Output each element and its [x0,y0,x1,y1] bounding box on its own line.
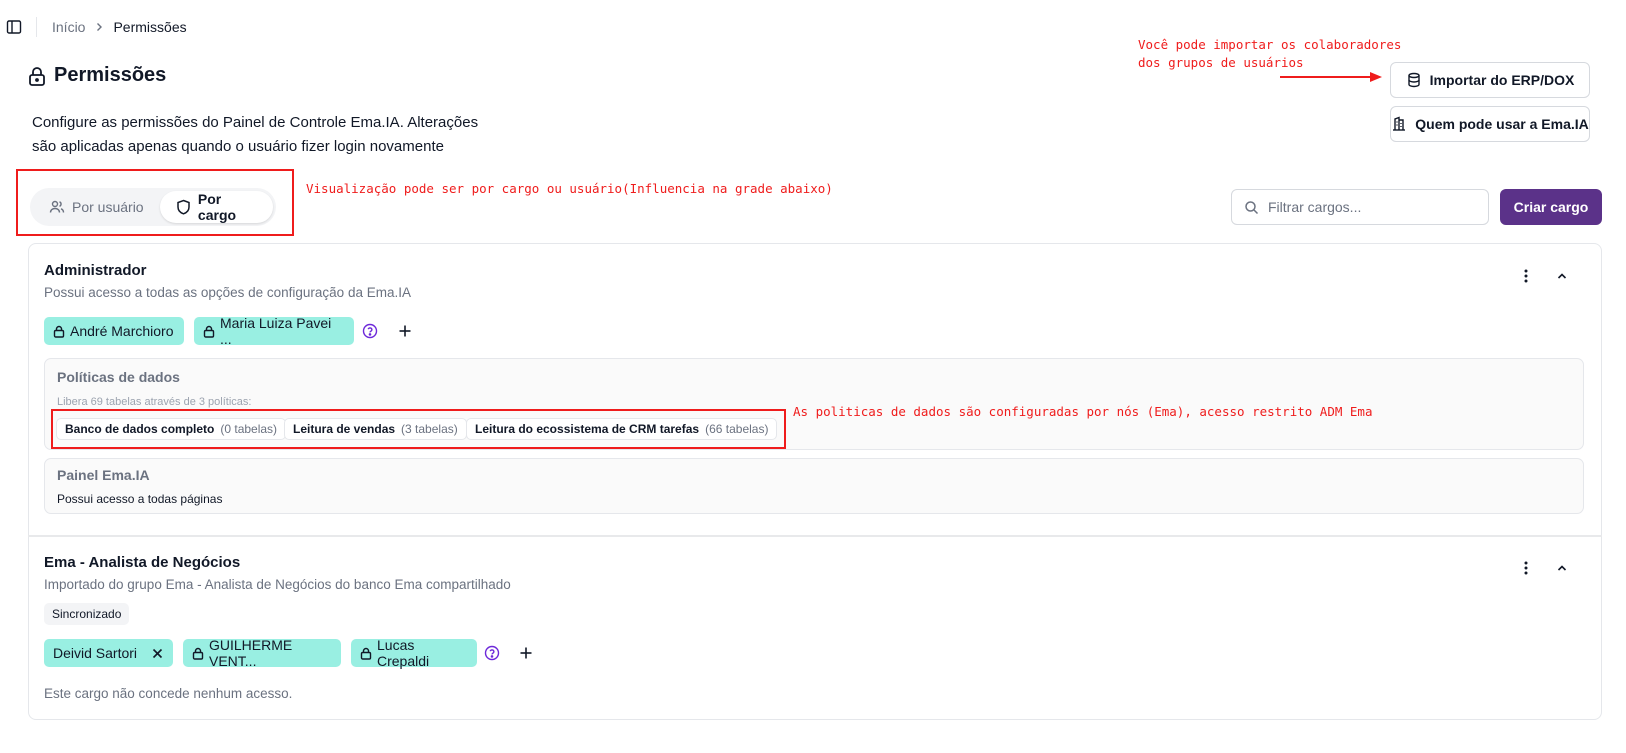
lock-icon [192,647,204,660]
who-can-use-label: Quem pode usar a Ema.IA [1415,116,1589,132]
lock-icon [203,325,215,338]
lock-icon [53,325,65,338]
annotation-arrow [1280,71,1382,83]
chevron-up-icon[interactable] [1550,264,1574,288]
more-vertical-icon[interactable] [1514,556,1538,580]
breadcrumb-current: Permissões [113,19,187,35]
role-description: Possui acesso a todas as opções de confi… [44,285,411,300]
topbar-divider [36,17,37,37]
member-name: Maria Luiza Pavei ... [220,315,332,347]
lock-icon [28,66,46,86]
more-vertical-icon[interactable] [1514,264,1538,288]
page-title-text: Permissões [54,64,167,86]
annotation-box-policies [51,409,786,449]
role-search-input[interactable] [1268,199,1476,215]
role-divider [28,535,1602,537]
no-access-text: Este cargo não concede nenhum acesso. [44,686,293,701]
annotation-box-view-toggle [16,169,294,236]
sidebar-toggle-icon[interactable] [6,19,22,35]
chevron-right-icon [93,21,105,33]
database-icon [1406,72,1422,88]
annotation-policy-note: As politicas de dados são configuradas p… [793,404,1373,419]
member-name: GUILHERME VENT... [209,637,293,669]
import-erp-button[interactable]: Importar do ERP/DOX [1390,62,1590,98]
annotation-import-note-line-2: dos grupos de usuários [1138,55,1304,70]
page-title: Permissões [28,64,166,87]
member-name: Deivid Sartori [53,645,138,661]
search-icon [1244,200,1259,215]
data-policies-summary: Libera 69 tabelas através de 3 políticas… [57,396,252,408]
help-circle-icon[interactable] [480,641,504,665]
annotation-import-note: Você pode importar os colaboradores dos … [1138,36,1401,72]
breadcrumb: Início Permissões [52,19,187,35]
synced-badge: Sincronizado [44,603,130,625]
data-policies-title: Políticas de dados [57,369,180,385]
member-chip[interactable]: Lucas Crepaldi [351,637,477,669]
panel-access-panel [44,458,1584,514]
page-description-line-2: são aplicadas apenas quando o usuário fi… [32,138,444,155]
member-chip[interactable]: André Marchioro [44,317,184,345]
add-member-icon[interactable] [393,319,417,343]
member-chip[interactable]: Maria Luiza Pavei ... [194,315,354,347]
role-name: Administrador [44,262,147,279]
lock-icon [360,647,372,660]
chevron-up-icon[interactable] [1550,556,1574,580]
member-chip[interactable]: Deivid Sartori [44,639,173,667]
role-search [1231,189,1489,225]
annotation-view-note: Visualização pode ser por cargo ou usuár… [306,181,833,196]
breadcrumb-home-link[interactable]: Início [52,19,85,35]
member-name: André Marchioro [70,323,174,339]
help-circle-icon[interactable] [358,319,382,343]
role-name: Ema - Analista de Negócios [44,554,241,571]
who-can-use-button[interactable]: Quem pode usar a Ema.IA [1390,106,1590,142]
member-chip[interactable]: GUILHERME VENT... [183,637,341,669]
create-role-button[interactable]: Criar cargo [1500,189,1602,225]
import-erp-label: Importar do ERP/DOX [1429,72,1575,88]
page-description-line-1: Configure as permissões do Painel de Con… [32,114,479,131]
panel-access-title: Painel Ema.IA [57,467,150,483]
member-name: Lucas Crepaldi [377,637,430,669]
page-description: Configure as permissões do Painel de Con… [32,111,502,159]
building-icon [1391,116,1407,132]
add-member-icon[interactable] [514,641,538,665]
close-icon[interactable] [152,648,163,659]
panel-access-text: Possui acesso a todas páginas [57,492,223,506]
annotation-import-note-line-1: Você pode importar os colaboradores [1138,37,1402,52]
role-description: Importado do grupo Ema - Analista de Neg… [44,577,511,592]
